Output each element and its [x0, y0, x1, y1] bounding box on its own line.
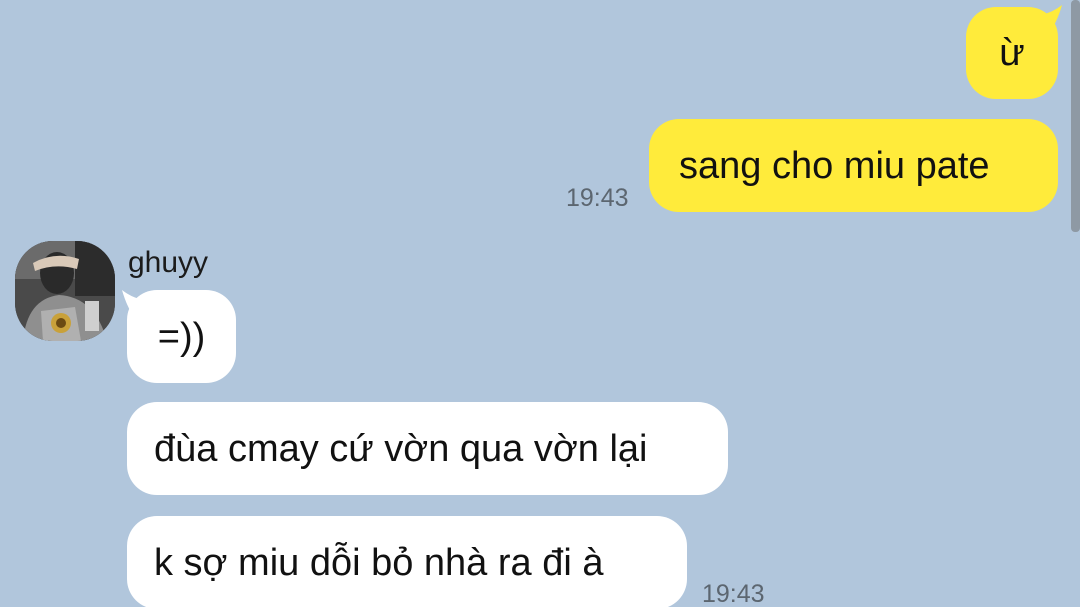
message-text: k sợ miu dỗi bỏ nhà ra đi à	[154, 541, 604, 584]
contact-avatar[interactable]	[15, 241, 115, 341]
incoming-message-bubble[interactable]: đùa cmay cứ vờn qua vờn lại	[127, 402, 728, 495]
user-photo-avatar-icon	[15, 241, 115, 341]
message-text: đùa cmay cứ vờn qua vờn lại	[154, 427, 648, 470]
sender-name: ghuyy	[128, 246, 209, 279]
outgoing-message-bubble[interactable]: sang cho miu pate	[649, 119, 1058, 212]
scrollbar-thumb[interactable]	[1071, 0, 1080, 232]
incoming-message-bubble[interactable]: =))	[127, 290, 236, 383]
chat-message-list[interactable]: ừ sang cho miu pate 19:43 ghuyy =)) đùa …	[0, 0, 1080, 607]
message-timestamp: 19:43	[702, 580, 765, 607]
message-text: =))	[157, 315, 206, 358]
message-text: sang cho miu pate	[679, 144, 990, 187]
bubble-tail-icon	[1040, 5, 1062, 29]
message-timestamp: 19:43	[566, 184, 629, 212]
incoming-message-bubble[interactable]: k sợ miu dỗi bỏ nhà ra đi à	[127, 516, 687, 607]
message-text: ừ	[999, 32, 1025, 74]
